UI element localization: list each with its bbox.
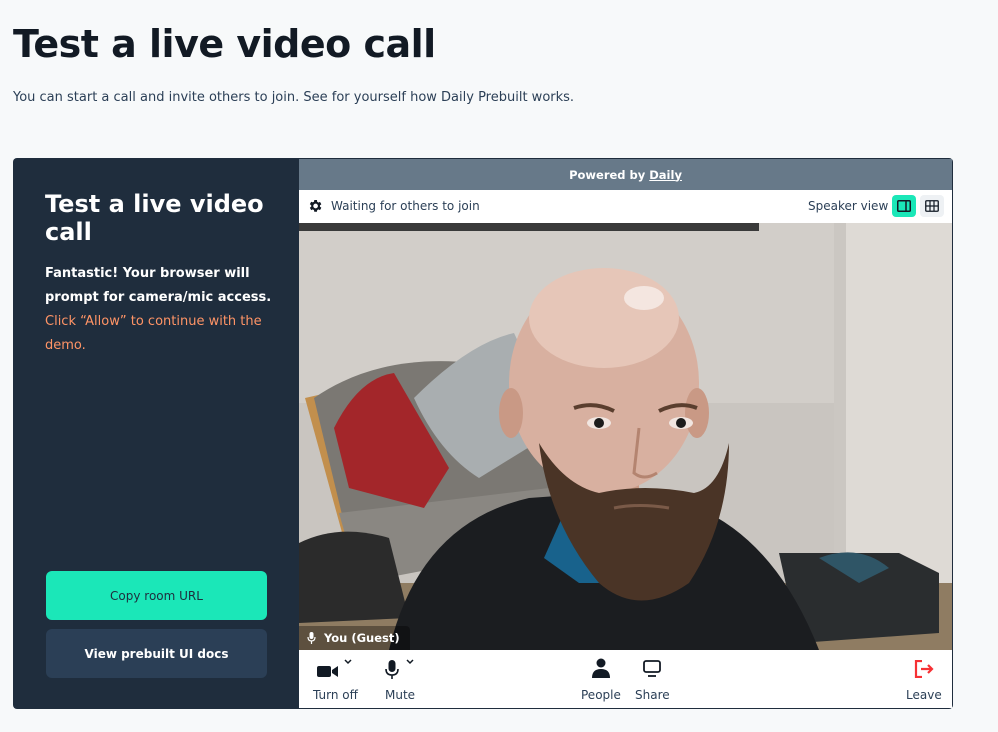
view-docs-button[interactable]: View prebuilt UI docs — [46, 629, 267, 678]
side-panel: Test a live video call Fantastic! Your b… — [13, 158, 299, 709]
grid-view-icon — [925, 200, 939, 212]
call-status: Waiting for others to join — [331, 199, 480, 213]
demo-card: Test a live video call Fantastic! Your b… — [13, 158, 953, 709]
people-button[interactable]: People — [581, 658, 621, 704]
leave-label: Leave — [906, 688, 942, 702]
participant-name-tag: You (Guest) — [299, 626, 410, 650]
view-mode-label: Speaker view — [808, 199, 889, 213]
powered-by-bar: Powered by Daily — [299, 159, 952, 190]
speaker-view-icon — [897, 200, 911, 212]
grid-view-button[interactable] — [920, 195, 944, 217]
people-label: People — [581, 688, 621, 702]
daily-link[interactable]: Daily — [649, 168, 682, 182]
microphone-icon — [385, 660, 399, 679]
participant-name: You (Guest) — [324, 631, 400, 645]
mute-button[interactable]: Mute — [385, 658, 415, 704]
mute-label: Mute — [385, 688, 416, 702]
gear-icon[interactable] — [307, 198, 323, 214]
allow-instruction: Click “Allow” to continue with the demo. — [45, 314, 262, 353]
chevron-down-icon[interactable] — [405, 658, 415, 666]
leave-icon — [914, 660, 934, 678]
page-title: Test a live video call — [13, 22, 436, 66]
chevron-down-icon[interactable] — [343, 658, 353, 666]
call-top-bar: Waiting for others to join Speaker view — [299, 190, 952, 224]
share-button[interactable]: Share — [635, 658, 670, 704]
share-label: Share — [635, 688, 670, 702]
page-subtitle: You can start a call and invite others t… — [13, 90, 575, 105]
call-control-bar: Turn off Mute People Share Leave — [299, 650, 952, 708]
copy-room-url-button[interactable]: Copy room URL — [46, 571, 267, 620]
camera-toggle-button[interactable]: Turn off — [313, 658, 358, 704]
call-frame: Powered by Daily Waiting for others to j… — [299, 159, 952, 708]
camera-label: Turn off — [313, 688, 358, 702]
microphone-icon — [307, 632, 316, 644]
camera-icon — [317, 666, 339, 677]
side-panel-message: Fantastic! Your browser will prompt for … — [45, 262, 277, 358]
permission-message: Fantastic! Your browser will prompt for … — [45, 266, 272, 305]
leave-button[interactable]: Leave — [906, 658, 942, 704]
powered-by-text: Powered by — [569, 167, 646, 182]
side-panel-title: Test a live video call — [45, 190, 264, 246]
participant-video: You (Guest) — [299, 223, 952, 650]
screen-share-icon — [643, 660, 662, 677]
video-feed-image — [299, 223, 952, 650]
speaker-view-button[interactable] — [892, 195, 916, 217]
people-icon — [591, 658, 610, 678]
